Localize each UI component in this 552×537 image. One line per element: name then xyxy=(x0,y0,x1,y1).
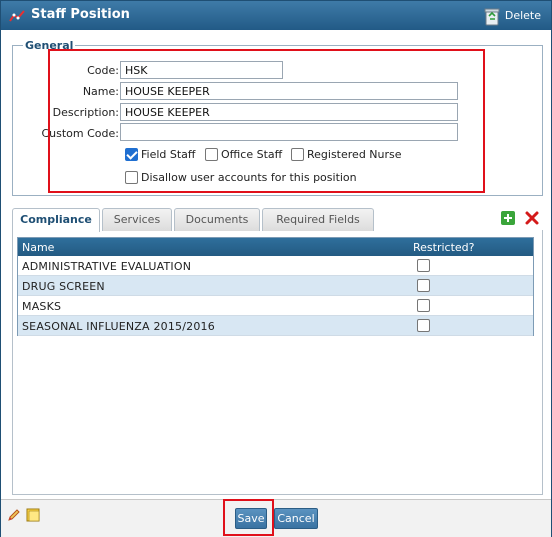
remove-x-icon[interactable] xyxy=(524,210,540,226)
restricted-checkbox[interactable] xyxy=(417,279,430,292)
restricted-checkbox[interactable] xyxy=(417,259,430,272)
name-label: Name: xyxy=(82,85,119,98)
compliance-grid: Name Restricted? ADMINISTRATIVE EVALUATI… xyxy=(17,237,534,336)
office-staff-checkbox[interactable]: Office Staff xyxy=(205,148,282,161)
staff-position-dialog: Staff Position Delete General Code: Name… xyxy=(0,0,552,537)
disallow-accounts-check[interactable] xyxy=(125,171,138,184)
custom-code-label: Custom Code: xyxy=(41,127,119,140)
tab-services[interactable]: Services xyxy=(102,208,172,231)
note-icon[interactable] xyxy=(25,507,41,523)
save-button[interactable]: Save xyxy=(235,508,267,529)
table-row[interactable]: DRUG SCREEN xyxy=(18,276,533,296)
code-label: Code: xyxy=(87,64,119,77)
general-legend: General xyxy=(23,39,76,52)
recycle-bin-icon xyxy=(484,8,500,25)
table-row[interactable]: MASKS xyxy=(18,296,533,316)
restricted-checkbox[interactable] xyxy=(417,319,430,332)
cancel-button[interactable]: Cancel xyxy=(274,508,318,529)
row-name: MASKS xyxy=(22,300,62,313)
restricted-checkbox[interactable] xyxy=(417,299,430,312)
pencil-icon[interactable] xyxy=(7,508,21,522)
registered-nurse-checkbox[interactable]: Registered Nurse xyxy=(291,148,402,161)
title-bar: Staff Position Delete xyxy=(1,1,551,30)
column-restricted[interactable]: Restricted? xyxy=(413,241,475,254)
disallow-accounts-checkbox[interactable]: Disallow user accounts for this position xyxy=(125,171,357,184)
description-label: Description: xyxy=(52,106,119,119)
window-title: Staff Position xyxy=(31,7,130,22)
chart-icon xyxy=(9,10,25,22)
delete-label: Delete xyxy=(504,9,541,22)
row-name: SEASONAL INFLUENZA 2015/2016 xyxy=(22,320,215,333)
table-row[interactable]: ADMINISTRATIVE EVALUATION xyxy=(18,256,533,276)
column-name[interactable]: Name xyxy=(22,241,54,254)
office-staff-label: Office Staff xyxy=(221,148,283,161)
field-staff-checkbox[interactable]: Field Staff xyxy=(125,148,196,161)
table-row[interactable]: SEASONAL INFLUENZA 2015/2016 xyxy=(18,316,533,336)
office-staff-check[interactable] xyxy=(205,148,218,161)
grid-header: Name Restricted? xyxy=(18,238,533,256)
row-name: ADMINISTRATIVE EVALUATION xyxy=(22,260,192,273)
field-staff-label: Field Staff xyxy=(141,148,196,161)
delete-button[interactable]: Delete xyxy=(483,5,541,26)
tab-required-fields[interactable]: Required Fields xyxy=(262,208,374,231)
name-field[interactable] xyxy=(120,82,458,100)
disallow-accounts-label: Disallow user accounts for this position xyxy=(141,171,357,184)
tab-compliance[interactable]: Compliance xyxy=(12,208,100,232)
description-field[interactable] xyxy=(120,103,458,121)
add-icon[interactable] xyxy=(501,211,515,225)
code-field[interactable] xyxy=(120,61,283,79)
field-staff-check[interactable] xyxy=(125,148,138,161)
tab-documents[interactable]: Documents xyxy=(174,208,260,231)
custom-code-field[interactable] xyxy=(120,123,458,141)
registered-nurse-check[interactable] xyxy=(291,148,304,161)
registered-nurse-label: Registered Nurse xyxy=(307,148,402,161)
row-name: DRUG SCREEN xyxy=(22,280,105,293)
